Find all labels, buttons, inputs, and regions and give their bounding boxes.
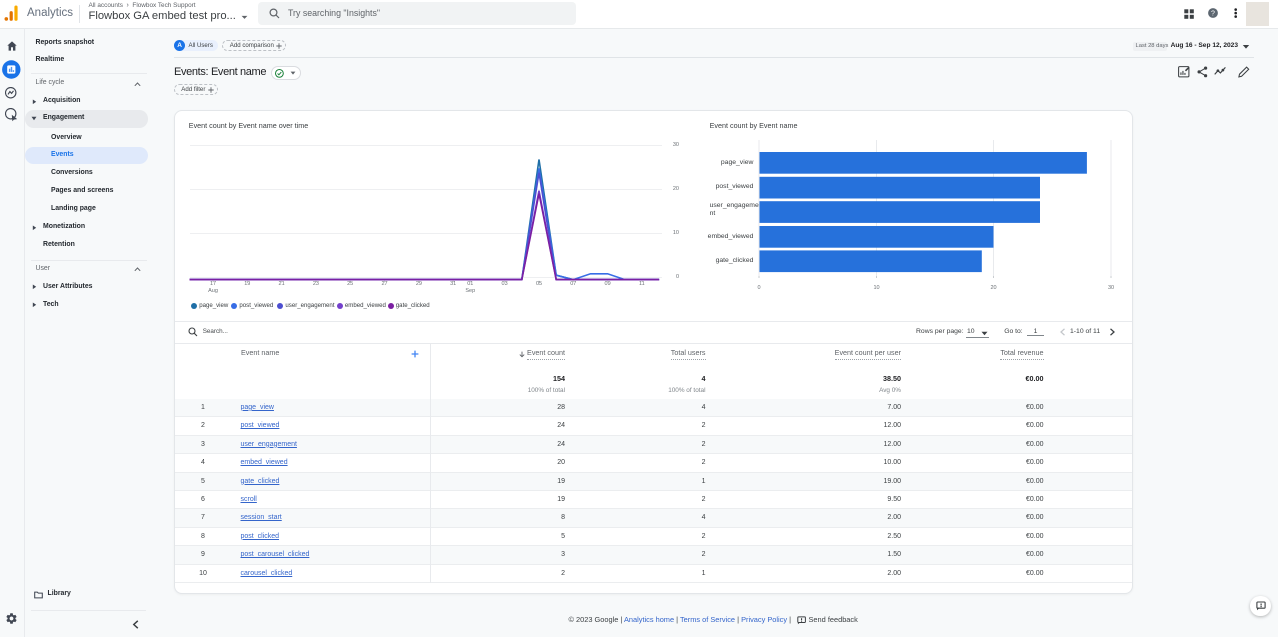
svg-text:?: ? [1211,11,1215,18]
